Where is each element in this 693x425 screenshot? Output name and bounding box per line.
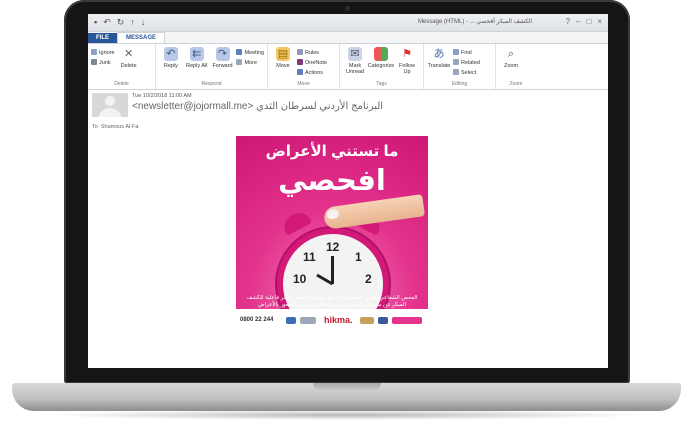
sender: <newsletter@jojormall.me> البرنامج الأرد… xyxy=(132,101,383,112)
sender-avatar xyxy=(92,93,128,117)
campaign-poster: ما تستني الأعراض افحصي 10 11 12 1 2 الفح… xyxy=(236,136,428,333)
reply-all-icon: ⇇ xyxy=(189,47,204,61)
junk-button[interactable]: Junk xyxy=(91,59,115,67)
clock-number: 2 xyxy=(365,272,372,286)
more-button[interactable]: More xyxy=(236,59,264,67)
ignore-icon xyxy=(91,49,97,55)
jbcp-logo xyxy=(392,317,422,324)
facebook-icon xyxy=(378,317,388,324)
help-icon[interactable]: ? xyxy=(566,17,570,26)
laptop-screen: ▪ ↶ ↻ ↑ ↓ الكشف المبكر أفحصي ... - Messa… xyxy=(88,14,608,368)
maximize-icon[interactable]: □ xyxy=(586,17,591,26)
minimize-icon[interactable]: – xyxy=(576,17,580,26)
quick-access-toolbar: ▪ ↶ ↻ ↑ ↓ xyxy=(94,17,145,28)
window-controls: ? – □ × xyxy=(566,17,602,26)
clock-number: 12 xyxy=(326,240,340,254)
webcam xyxy=(345,6,350,11)
ribbon: Ignore Junk ✕ Delete Delete ↶ Reply ⇇ Re… xyxy=(88,44,608,90)
tab-message[interactable]: MESSAGE xyxy=(117,32,166,43)
message-date: Tue 10/2/2018 11:00 AM xyxy=(132,93,192,99)
close-icon[interactable]: × xyxy=(597,17,602,26)
group-editing: あ Translate Find Related Select Editing xyxy=(424,44,496,89)
onenote-icon xyxy=(297,59,303,65)
group-respond: ↶ Reply ⇇ Reply All ↷ Forward Meeting Mo… xyxy=(156,44,268,89)
hotline-number: 0800 22 244 xyxy=(240,317,274,323)
meeting-icon xyxy=(236,49,243,55)
poster-headline-big: افحصي xyxy=(278,165,386,197)
sender-email[interactable]: <newsletter@jojormall.me> xyxy=(132,101,253,112)
clock-number: 11 xyxy=(303,250,316,264)
select-button[interactable]: Select xyxy=(453,69,480,77)
laptop-base xyxy=(12,383,681,411)
magnifier-icon: ⌕ xyxy=(507,48,515,60)
actions-button[interactable]: Actions xyxy=(297,69,327,77)
poster-caption: الفحص الشعاعي للثدي "الماموغرام" هو طريق… xyxy=(246,295,418,308)
save-icon[interactable]: ▪ xyxy=(94,17,97,28)
clock-number: 1 xyxy=(355,250,362,264)
clock-bell-left xyxy=(279,208,313,236)
undo-icon[interactable]: ↶ xyxy=(103,17,111,28)
group-zoom: ⌕ Zoom Zoom xyxy=(496,44,536,89)
group-move: ▤ Move Rules OneNote Actions Move xyxy=(268,44,340,89)
find-icon xyxy=(453,49,459,55)
message-header: Tue 10/2/2018 11:00 AM <newsletter@jojor… xyxy=(88,90,608,133)
ribbon-tabs: FILE MESSAGE xyxy=(88,32,608,44)
reply-icon: ↶ xyxy=(163,47,178,61)
envelope-icon: ✉ xyxy=(348,47,362,61)
laptop-shadow xyxy=(40,410,653,420)
flag-icon: ⚑ xyxy=(402,48,412,60)
sponsor-logo xyxy=(360,317,374,324)
laptop-opening-notch xyxy=(313,383,381,390)
sponsor-logo xyxy=(286,317,296,324)
sponsor-logo xyxy=(300,317,316,324)
categorize-icon xyxy=(374,47,388,61)
group-delete: Ignore Junk ✕ Delete Delete xyxy=(88,44,156,89)
move-icon: ▤ xyxy=(276,47,290,61)
meeting-button[interactable]: Meeting xyxy=(236,49,264,57)
sender-name[interactable]: البرنامج الأردني لسرطان الثدي xyxy=(256,101,383,112)
rules-icon xyxy=(297,49,303,55)
message-body: ما تستني الأعراض افحصي 10 11 12 1 2 الفح… xyxy=(88,133,608,368)
poster-headline-small: ما تستني الأعراض xyxy=(265,143,399,160)
more-icon xyxy=(236,59,243,65)
window-title: الكشف المبكر أفحصي ... - Message (HTML) xyxy=(417,19,532,25)
sponsor-logos: 0800 22 244 hikma. xyxy=(236,309,428,333)
actions-icon xyxy=(297,69,303,75)
hikma-logo: hikma. xyxy=(324,315,353,325)
up-arrow-icon[interactable]: ↑ xyxy=(130,17,135,28)
rules-button[interactable]: Rules xyxy=(297,49,327,57)
to-label: To xyxy=(92,124,98,130)
title-bar: ▪ ↶ ↻ ↑ ↓ الكشف المبكر أفحصي ... - Messa… xyxy=(88,14,608,32)
onenote-button[interactable]: OneNote xyxy=(297,59,327,67)
to-recipient[interactable]: Shamous Al-Fa xyxy=(101,124,139,130)
redo-icon[interactable]: ↻ xyxy=(117,17,125,28)
junk-icon xyxy=(91,59,97,65)
clock-number: 10 xyxy=(293,272,307,286)
related-button[interactable]: Related xyxy=(453,59,480,67)
find-button[interactable]: Find xyxy=(453,49,480,57)
tab-file[interactable]: FILE xyxy=(88,33,117,43)
translate-icon: あ xyxy=(433,48,445,60)
related-icon xyxy=(453,59,459,65)
select-icon xyxy=(453,69,459,75)
to-line: To Shamous Al-Fa xyxy=(92,124,138,130)
down-arrow-icon[interactable]: ↓ xyxy=(141,17,146,28)
fingernail xyxy=(326,208,340,220)
group-tags: ✉ Mark Unread Categorize ⚑ Follow Up Tag… xyxy=(340,44,424,89)
ignore-button[interactable]: Ignore xyxy=(91,49,115,57)
delete-icon: ✕ xyxy=(124,48,134,60)
forward-icon: ↷ xyxy=(215,47,230,61)
clock-minute-hand xyxy=(331,256,334,284)
